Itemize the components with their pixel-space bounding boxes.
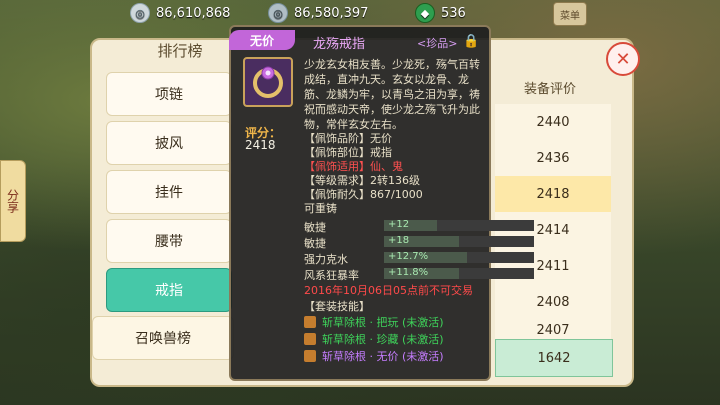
skill-name: 斩草除根 · 珍藏 (未激活) (322, 333, 444, 346)
stat-label: 敏捷 (304, 237, 326, 250)
stat-value: +12.7% (388, 251, 429, 262)
score-row[interactable]: 2418 (495, 176, 611, 213)
skill-name: 斩草除根 · 无价 (未激活) (322, 350, 444, 363)
menu-label: 菜单 (560, 10, 580, 22)
attr-level-req: 【等级需求】2转136级 (304, 174, 420, 187)
stat-value: +18 (388, 235, 410, 246)
attr-grade: 【佩饰品阶】无价 (304, 132, 392, 145)
stat-bar: +12.7% (384, 251, 534, 263)
item-description: 少龙玄女相友善。少龙死，殇气百转成结，直冲九天。玄女以龙骨、龙筋、龙鳞为牢，以青… (304, 58, 480, 131)
stat-value: +12 (388, 219, 410, 230)
lock-icon: 🔒 (463, 34, 480, 49)
silver-resource: ◎ 86,610,868 (130, 2, 230, 24)
stat-bar: +12 (384, 219, 534, 231)
silver-amount: 86,610,868 (156, 5, 231, 21)
jade-resource: ◆ 536 (415, 2, 466, 24)
trade-restriction: 2016年10月06日05点前不可交易 (304, 284, 473, 297)
stat-bar: +18 (384, 235, 534, 247)
jade-amount: 536 (441, 5, 466, 21)
score-row[interactable]: 2407 (495, 320, 611, 341)
menu-button[interactable]: 菜单 (553, 2, 587, 26)
stat-bar: +11.8% (384, 267, 534, 279)
jade-icon: ◆ (415, 3, 435, 23)
stat-label: 强力克水 (304, 253, 348, 266)
attr-slot: 【佩饰部位】戒指 (304, 146, 392, 159)
stat-label: 风系狂暴率 (304, 269, 359, 282)
attr-applicable: 【佩饰适用】仙、鬼 (304, 160, 403, 173)
set-skills-header: 【套装技能】 (304, 300, 370, 313)
my-score-row: 1642 (495, 339, 613, 377)
category-pendant[interactable]: 挂件 (106, 170, 232, 214)
item-name: 龙殇戒指 (313, 37, 366, 52)
attr-durability: 【佩饰耐久】867/1000 (304, 188, 423, 201)
item-grade: <珍品> (417, 37, 458, 50)
skill-name: 斩草除根 · 把玩 (未激活) (322, 316, 444, 329)
bound-silver-amount: 86,580,397 (294, 5, 369, 21)
ring-item-icon (243, 57, 293, 107)
share-tab[interactable]: 分享 (0, 160, 26, 242)
price-badge: 无价 (229, 30, 295, 50)
skill-icon (304, 350, 316, 362)
stat-value: +11.8% (388, 267, 429, 278)
stat-label: 敏捷 (304, 221, 326, 234)
skill-icon (304, 316, 316, 328)
category-necklace[interactable]: 项链 (106, 72, 232, 116)
set-skill: 斩草除根 · 无价 (未激活) (304, 349, 444, 363)
bound-silver-icon: ◎ (268, 3, 288, 23)
score-column-header: 装备评价 (523, 82, 576, 97)
category-cloak[interactable]: 披风 (106, 121, 232, 165)
set-skill: 斩草除根 · 珍藏 (未激活) (304, 332, 444, 346)
silver-coin-icon: ◎ (130, 3, 150, 23)
score-row[interactable]: 2436 (495, 140, 611, 177)
attr-recastable: 可重铸 (304, 202, 337, 215)
category-belt[interactable]: 腰带 (106, 219, 232, 263)
score-row[interactable]: 2408 (495, 284, 611, 321)
score-value: 2418 (245, 138, 276, 152)
category-summon-ranking[interactable]: 召唤兽榜 (92, 316, 234, 360)
score-row[interactable]: 2440 (495, 104, 611, 141)
skill-icon (304, 333, 316, 345)
resource-bar: ◎ 86,610,868 ◎ 86,580,397 ◆ 536 菜单 (0, 0, 720, 26)
bound-silver-resource: ◎ 86,580,397 (268, 2, 368, 24)
set-skill: 斩草除根 · 把玩 (未激活) (304, 315, 444, 329)
category-ring[interactable]: 戒指 (106, 268, 232, 312)
close-button[interactable]: ✕ (606, 42, 640, 76)
item-tooltip: 无价 龙殇戒指 <珍品> 🔒 评分： 2418 少龙玄女相友善。少龙死，殇气百转… (229, 25, 534, 381)
